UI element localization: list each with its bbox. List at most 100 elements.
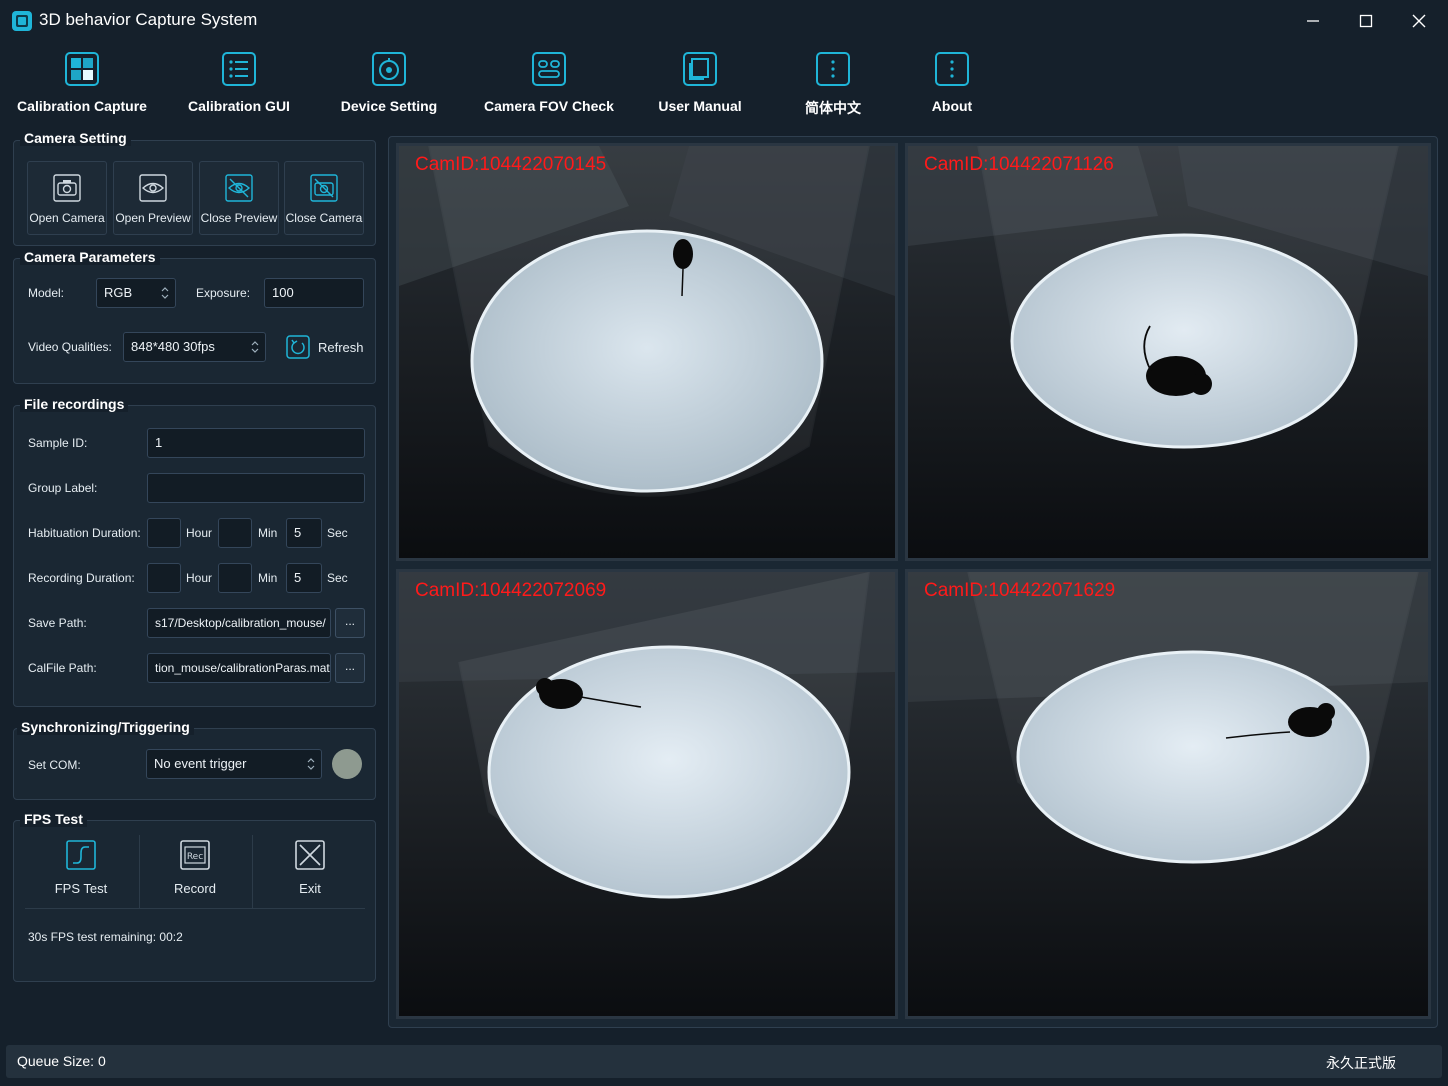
habituation-min-input[interactable] <box>218 518 252 548</box>
camera-feed-image <box>908 572 1428 1016</box>
save-path-label: Save Path: <box>28 616 87 630</box>
model-select[interactable]: RGB <box>96 278 176 308</box>
model-value: RGB <box>104 285 133 300</box>
hour-unit: Hour <box>186 571 213 585</box>
more-vertical-icon <box>935 52 969 86</box>
toolbar-label: User Manual <box>658 98 742 114</box>
video-qualities-value: 848*480 30fps <box>131 339 215 354</box>
main-toolbar: Calibration Capture Calibration GUI Devi… <box>0 44 1448 124</box>
recording-duration-label: Recording Duration: <box>28 571 135 585</box>
camera-views-panel: CamID:104422070145 CamID:104422071126 Ca… <box>388 136 1438 1028</box>
close-preview-button[interactable]: Close Preview <box>199 161 279 235</box>
exit-button[interactable]: Exit <box>254 835 366 909</box>
calfile-path-label: CalFile Path: <box>28 661 97 675</box>
save-path-browse-button[interactable]: ... <box>335 608 365 638</box>
recording-sec-input[interactable]: 5 <box>286 563 322 593</box>
min-unit: Min <box>258 571 278 585</box>
toolbar-label: Camera FOV Check <box>484 98 614 114</box>
camera-id-label: CamID:104422072069 <box>415 580 607 601</box>
save-path-input[interactable]: s17/Desktop/calibration_mouse/ <box>147 608 331 638</box>
toolbar-label: Device Setting <box>340 98 438 114</box>
camera-feed-image <box>399 572 895 1016</box>
exit-icon <box>295 840 325 870</box>
sync-title: Synchronizing/Triggering <box>17 719 194 735</box>
eye-icon <box>139 174 167 202</box>
open-camera-button[interactable]: Open Camera <box>27 161 107 235</box>
camera-id-label: CamID:104422071629 <box>924 580 1116 601</box>
recording-sec-value: 5 <box>294 570 302 585</box>
toolbar-device-setting[interactable]: Device Setting <box>336 44 442 122</box>
recording-min-input[interactable] <box>218 563 252 593</box>
open-preview-button[interactable]: Open Preview <box>113 161 193 235</box>
camera-setting-title: Camera Setting <box>20 130 131 146</box>
group-label-input[interactable] <box>147 473 365 503</box>
fps-test-button[interactable]: FPS Test <box>25 835 137 909</box>
camera-view-2[interactable]: CamID:104422071126 <box>905 143 1431 561</box>
exposure-label: Exposure: <box>196 286 251 300</box>
more-vertical-icon <box>816 52 850 86</box>
divider <box>25 908 365 909</box>
video-qualities-select[interactable]: 848*480 30fps <box>123 332 266 362</box>
license-status: 永久正式版 <box>1326 1055 1396 1071</box>
camera-parameters-title: Camera Parameters <box>20 249 160 265</box>
spin-arrows-icon <box>161 287 169 299</box>
divider <box>252 835 253 909</box>
min-unit: Min <box>258 526 278 540</box>
com-value: No event trigger <box>154 756 247 771</box>
refresh-button[interactable]: Refresh <box>286 333 366 361</box>
toolbar-about[interactable]: About <box>917 44 987 122</box>
trigger-status-indicator <box>332 749 362 779</box>
camera-view-3[interactable]: CamID:104422072069 <box>396 569 898 1019</box>
calfile-browse-button[interactable]: ... <box>335 653 365 683</box>
minimize-button[interactable] <box>1290 6 1336 36</box>
svg-text:Rec: Rec <box>187 852 203 862</box>
list-icon <box>222 52 256 86</box>
sample-id-value: 1 <box>155 435 163 450</box>
calibration-capture-icon <box>65 52 99 86</box>
camera-view-1[interactable]: CamID:104422070145 <box>396 143 898 561</box>
window-title: 3D behavior Capture System <box>39 10 258 29</box>
toolbar-user-manual[interactable]: User Manual <box>652 44 748 122</box>
record-button[interactable]: Rec Record <box>139 835 251 909</box>
calfile-path-input[interactable]: tion_mouse/calibrationParas.mat <box>147 653 331 683</box>
manual-icon <box>683 52 717 86</box>
maximize-icon <box>1359 14 1373 28</box>
camera-view-4[interactable]: CamID:104422071629 <box>905 569 1431 1019</box>
refresh-label: Refresh <box>318 340 364 355</box>
toolbar-calibration-capture[interactable]: Calibration Capture <box>17 44 147 122</box>
toolbar-label: About <box>931 98 973 114</box>
sec-unit: Sec <box>327 571 348 585</box>
camera-feed-image <box>908 146 1428 558</box>
set-com-label: Set COM: <box>28 758 81 772</box>
camera-setting-group: Open Camera Open Preview Close Preview C… <box>13 140 376 246</box>
calfile-path-value: tion_mouse/calibrationParas.mat <box>155 661 330 675</box>
toolbar-camera-fov-check[interactable]: Camera FOV Check <box>480 44 618 122</box>
toolbar-label: Calibration Capture <box>17 98 147 114</box>
button-label: Close Preview <box>200 211 278 225</box>
com-select[interactable]: No event trigger <box>146 749 322 779</box>
habituation-sec-input[interactable]: 5 <box>286 518 322 548</box>
close-window-button[interactable] <box>1396 6 1442 36</box>
camera-off-icon <box>310 174 338 202</box>
fps-test-title: FPS Test <box>20 811 87 827</box>
toolbar-calibration-gui[interactable]: Calibration GUI <box>184 44 294 122</box>
button-label: Open Preview <box>115 211 191 225</box>
habituation-hour-input[interactable] <box>147 518 181 548</box>
close-camera-button[interactable]: Close Camera <box>284 161 364 235</box>
habituation-sec-value: 5 <box>294 525 302 540</box>
button-label: Record <box>174 881 216 896</box>
sample-id-input[interactable]: 1 <box>147 428 365 458</box>
recording-hour-input[interactable] <box>147 563 181 593</box>
exposure-input[interactable]: 100 <box>264 278 364 308</box>
spin-arrows-icon <box>307 758 315 770</box>
maximize-button[interactable] <box>1343 6 1389 36</box>
save-path-value: s17/Desktop/calibration_mouse/ <box>155 616 326 630</box>
button-label: Close Camera <box>285 211 363 225</box>
refresh-icon <box>286 335 310 359</box>
button-label: FPS Test <box>54 881 108 896</box>
toolbar-label: 简体中文 <box>805 100 861 116</box>
sample-id-label: Sample ID: <box>28 436 88 450</box>
close-icon <box>1412 14 1426 28</box>
toolbar-language[interactable]: 简体中文 <box>798 44 868 122</box>
model-label: Model: <box>28 286 65 300</box>
